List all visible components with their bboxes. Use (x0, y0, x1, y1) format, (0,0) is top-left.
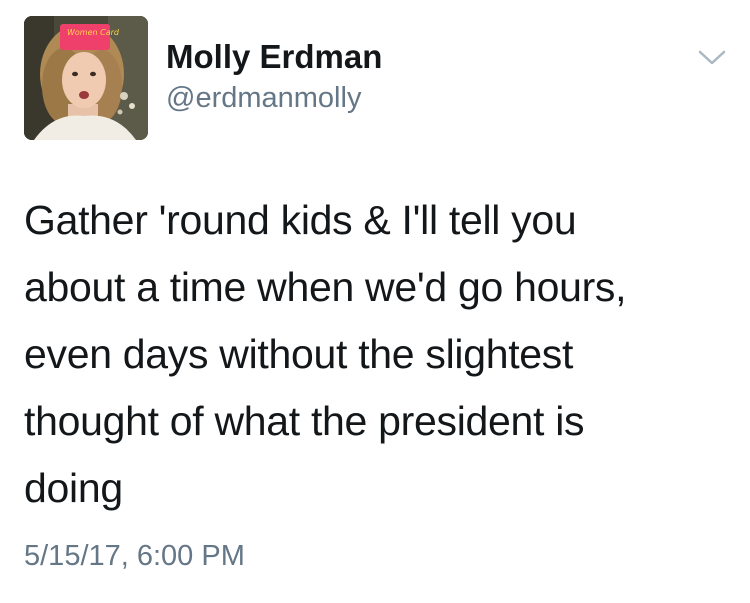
profile-photo-icon: Women Card (24, 16, 148, 140)
tweet-timestamp[interactable]: 5/15/17, 6:00 PM (24, 540, 245, 573)
badge-text: Women Card (67, 28, 120, 37)
tweet-text: Gather 'round kids & I'll tell you about… (24, 197, 627, 511)
author-name[interactable]: Molly Erdman (166, 38, 382, 76)
author-handle[interactable]: @erdmanmolly (166, 82, 361, 115)
chevron-down-icon[interactable] (694, 46, 730, 70)
tweet-card: Women Card Molly Erdman @erdmanmolly Gat… (0, 0, 750, 603)
author-avatar[interactable]: Women Card (24, 16, 148, 140)
